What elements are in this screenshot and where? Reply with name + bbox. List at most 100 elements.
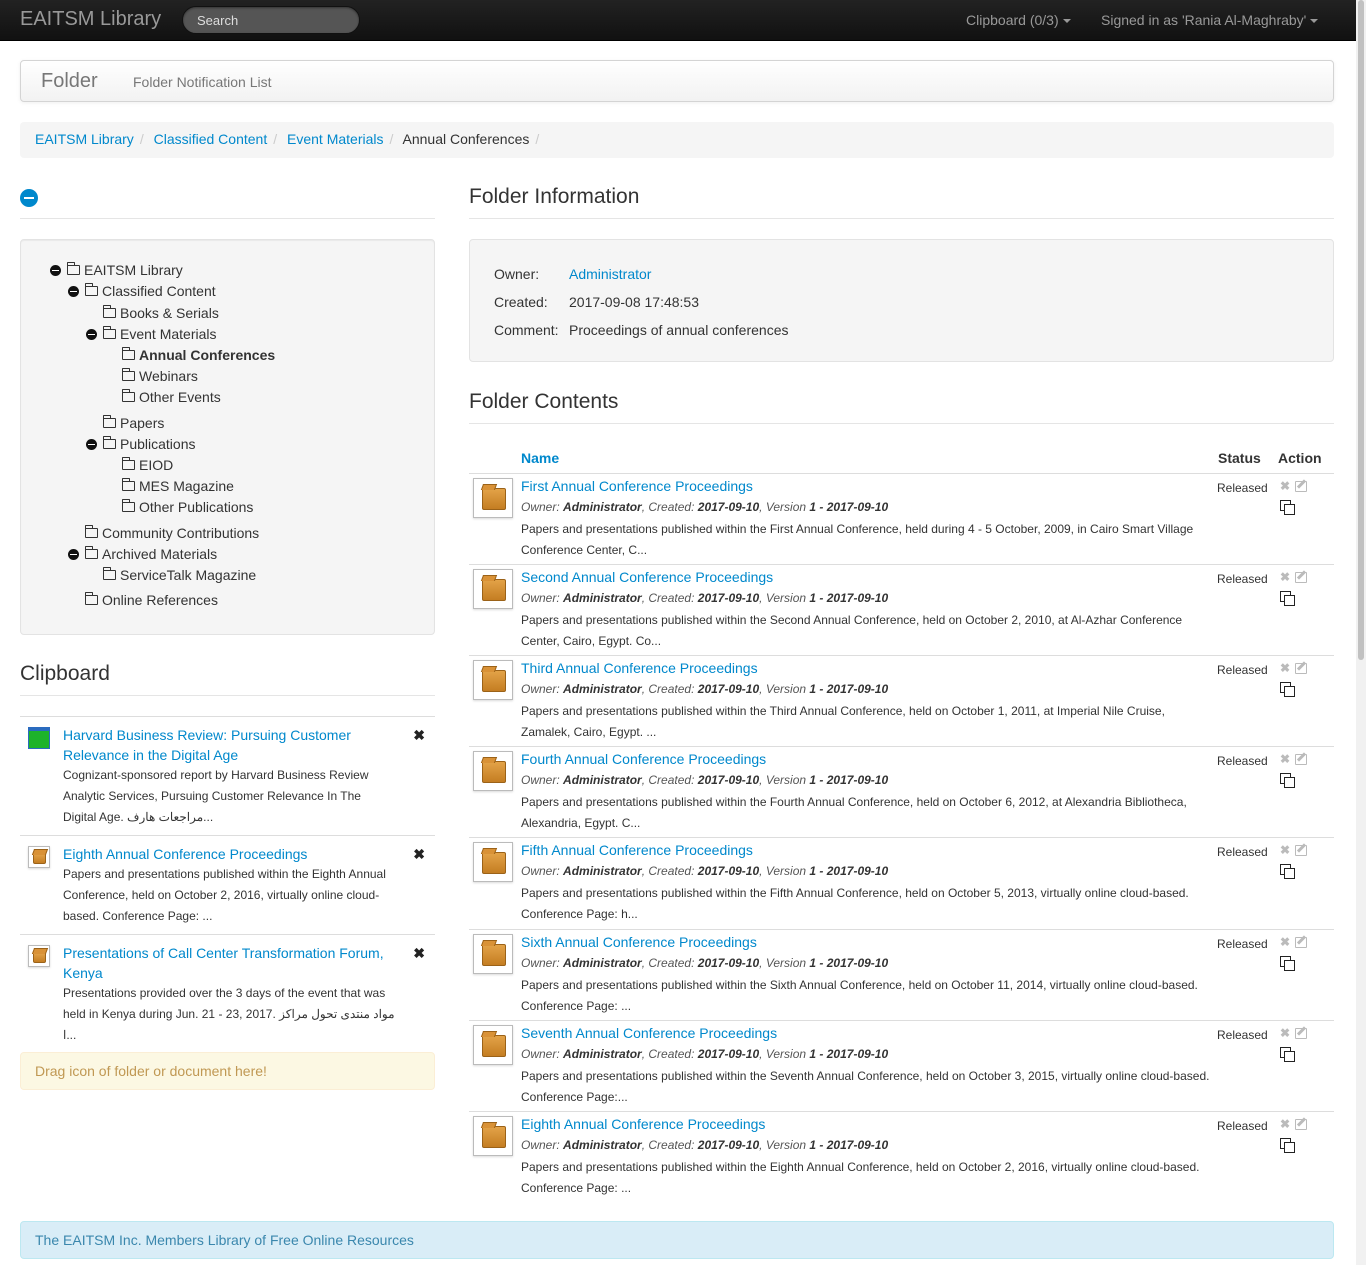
edit-icon[interactable] [1295,754,1307,766]
document-meta: Owner: Administrator, Created: 2017-09-1… [521,1137,889,1152]
copy-to-clipboard-icon[interactable] [1280,773,1295,789]
copy-to-clipboard-icon[interactable] [1280,500,1295,515]
page-header: Folder Folder Notification List [20,60,1334,102]
delete-icon[interactable]: ✖ [1280,935,1290,949]
status-badge: Released [1217,845,1268,860]
copy-to-clipboard-icon[interactable] [1280,1046,1295,1062]
copy-to-clipboard-icon[interactable] [1280,864,1295,880]
clipboard-item-title[interactable]: Harvard Business Review: Pursuing Custom… [63,725,403,765]
tree-node-selected[interactable]: Annual Conferences [105,345,275,365]
document-title-link[interactable]: Second Annual Conference Proceedings [521,569,773,585]
delete-icon[interactable]: ✖ [1280,661,1290,675]
status-badge: Released [1217,663,1268,678]
tree-node[interactable]: Other Publications [105,497,253,517]
document-title-link[interactable]: Seventh Annual Conference Proceedings [521,1025,777,1041]
name-column-header[interactable]: Name [521,450,559,466]
top-navbar: EAITSM Library Search Clipboard (0/3) Si… [0,0,1356,41]
breadcrumb-item[interactable]: Event Materials [287,131,383,147]
edit-icon[interactable] [1295,845,1307,857]
status-badge: Released [1217,1027,1268,1042]
tree-node[interactable]: Community Contributions [68,523,259,543]
document-thumbnail-icon[interactable] [28,727,50,749]
tree-node[interactable]: Online References [68,590,218,610]
copy-to-clipboard-icon[interactable] [1280,955,1295,971]
collapse-tree-icon[interactable] [20,189,38,207]
breadcrumb-item[interactable]: EAITSM Library [35,131,134,147]
table-row: Fourth Annual Conference Proceedings Owne… [469,746,1334,837]
status-badge: Released [1217,572,1268,587]
copy-to-clipboard-icon[interactable] [1280,682,1295,698]
edit-icon[interactable] [1295,572,1307,584]
document-meta: Owner: Administrator, Created: 2017-09-1… [521,682,889,697]
collapse-icon[interactable] [86,329,97,340]
document-title-link[interactable]: Fifth Annual Conference Proceedings [521,842,753,858]
brand-link[interactable]: EAITSM Library [20,8,161,31]
copy-to-clipboard-icon[interactable] [1280,591,1295,607]
remove-icon[interactable]: ✖ [413,945,425,962]
edit-icon[interactable] [1295,1118,1307,1130]
search-input[interactable]: Search [182,6,360,34]
edit-icon[interactable] [1295,1027,1307,1039]
delete-icon[interactable]: ✖ [1280,570,1290,584]
breadcrumb-item[interactable]: Classified Content [154,131,268,147]
folder-icon [122,478,135,491]
collapse-icon[interactable] [50,265,61,276]
tree-node[interactable]: ServiceTalk Magazine [86,565,256,585]
collapse-icon[interactable] [68,549,79,560]
clipboard-item-title[interactable]: Eighth Annual Conference Proceedings [63,844,403,864]
scrollbar-thumb[interactable] [1358,0,1364,660]
tree-node[interactable]: Papers [86,413,164,433]
collapse-icon[interactable] [68,286,79,297]
collapse-icon[interactable] [86,439,97,450]
tree-node[interactable]: Books & Serials [86,303,219,323]
clipboard-item-title[interactable]: Presentations of Call Center Transformat… [63,943,403,983]
owner-link[interactable]: Administrator [569,266,651,282]
document-thumbnail-icon[interactable] [473,751,513,792]
chevron-down-icon [1310,19,1319,24]
tree-node[interactable]: MES Magazine [105,476,234,496]
tree-node[interactable]: Classified Content [68,281,216,301]
document-thumbnail-icon[interactable] [473,660,513,701]
tree-node[interactable]: Other Events [105,387,221,407]
delete-icon[interactable]: ✖ [1280,843,1290,857]
clipboard-menu[interactable]: Clipboard (0/3) [966,12,1071,28]
delete-icon[interactable]: ✖ [1280,1117,1290,1131]
edit-icon[interactable] [1295,936,1307,948]
chevron-down-icon [1062,19,1071,24]
document-title-link[interactable]: First Annual Conference Proceedings [521,478,753,494]
clipboard-item: Harvard Business Review: Pursuing Custom… [20,716,435,835]
table-row: Eighth Annual Conference Proceedings Owne… [469,1110,1334,1202]
clipboard-drop-zone[interactable]: Drag icon of folder or document here! [20,1052,435,1090]
document-thumbnail-icon[interactable] [473,478,513,518]
document-thumbnail-icon[interactable] [28,846,50,868]
document-thumbnail-icon[interactable] [473,933,513,974]
edit-icon[interactable] [1295,663,1307,675]
document-thumbnail-icon[interactable] [28,945,50,967]
document-title-link[interactable]: Sixth Annual Conference Proceedings [521,934,757,950]
remove-icon[interactable]: ✖ [413,846,425,863]
document-title-link[interactable]: Third Annual Conference Proceedings [521,660,758,676]
status-badge: Released [1217,481,1268,495]
delete-icon[interactable]: ✖ [1280,752,1290,766]
tree-node[interactable]: Webinars [105,366,198,386]
document-thumbnail-icon[interactable] [473,1115,513,1156]
user-menu[interactable]: Signed in as 'Rania Al-Maghraby' [1101,12,1319,28]
document-title-link[interactable]: Fourth Annual Conference Proceedings [521,751,766,767]
document-title-link[interactable]: Eighth Annual Conference Proceedings [521,1116,765,1132]
edit-icon[interactable] [1295,481,1307,492]
tree-node[interactable]: Publications [86,434,196,454]
remove-icon[interactable]: ✖ [413,727,425,744]
tree-node[interactable]: Event Materials [86,324,216,344]
tree-node[interactable]: EAITSM Library [50,260,183,280]
tree-node[interactable]: Archived Materials [68,544,217,564]
document-thumbnail-icon[interactable] [473,842,513,883]
action-column-header: Action [1278,450,1322,466]
delete-icon[interactable]: ✖ [1280,1026,1290,1040]
document-thumbnail-icon[interactable] [473,1024,513,1065]
copy-to-clipboard-icon[interactable] [1280,1137,1295,1153]
folder-notification-link[interactable]: Folder Notification List [133,74,272,90]
status-column-header: Status [1218,450,1261,466]
document-thumbnail-icon[interactable] [473,569,513,610]
tree-node[interactable]: EIOD [105,455,173,475]
delete-icon[interactable]: ✖ [1280,479,1290,493]
